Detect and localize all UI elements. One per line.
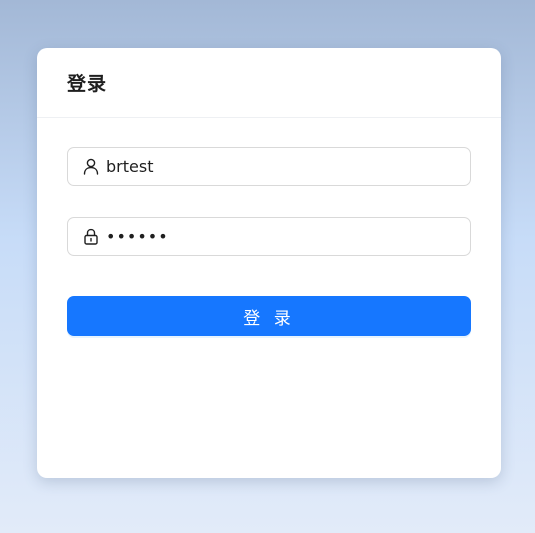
login-button[interactable]: 登 录 — [67, 296, 471, 336]
user-icon — [82, 158, 100, 176]
login-card: 登录 •••••• 登 录 — [37, 48, 501, 478]
card-header: 登录 — [37, 48, 501, 118]
username-input[interactable] — [106, 157, 466, 176]
password-input[interactable]: •••••• — [106, 227, 169, 246]
username-field[interactable] — [67, 147, 471, 186]
lock-icon — [82, 228, 100, 246]
password-field[interactable]: •••••• — [67, 217, 471, 256]
login-title: 登录 — [67, 73, 108, 95]
